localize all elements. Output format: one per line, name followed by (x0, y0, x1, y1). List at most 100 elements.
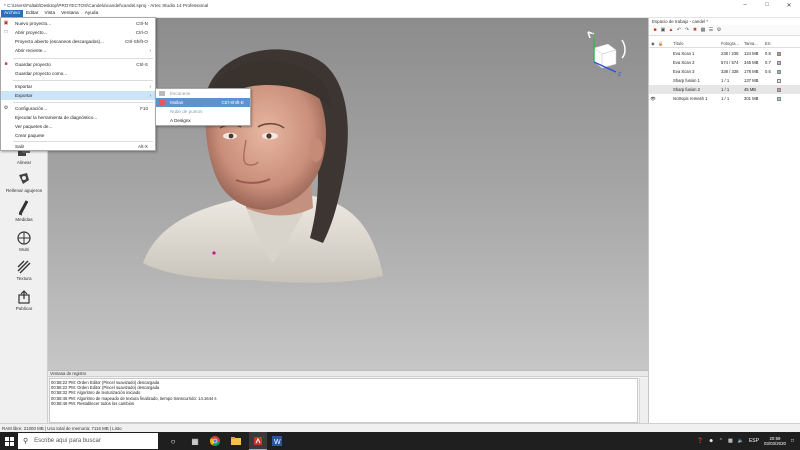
log-scrollbar[interactable] (639, 378, 648, 423)
volume-icon[interactable]: 🔈 (738, 438, 744, 444)
lock-toggle[interactable] (657, 49, 665, 58)
color-swatch[interactable] (777, 51, 781, 56)
tool-multi[interactable]: Multi (0, 230, 48, 252)
workspace-row[interactable]: Sharp fusion 2 1 / 1 45 MB (649, 85, 800, 94)
menu-item-view-packages[interactable]: Ver paquetes de... (1, 122, 155, 131)
col-err[interactable]: Err. (765, 40, 776, 47)
visibility-toggle[interactable] (649, 49, 657, 58)
col-frames[interactable]: Fotogra... (721, 40, 744, 47)
menu-item-label: Importar (15, 84, 33, 89)
menu-item-new-project[interactable]: ▣ Nuevo proyecto... Ctrl-N (1, 19, 155, 28)
row-size: 137 MB (744, 78, 759, 83)
lock-toggle[interactable] (657, 67, 665, 76)
row-size: 301 MB (744, 96, 759, 101)
chrome-icon[interactable] (206, 432, 224, 450)
visibility-toggle[interactable]: 👁 (649, 94, 657, 103)
menu-item-open-recent[interactable]: Abrir reciente... › (1, 46, 155, 55)
workspace-row[interactable]: Sharp fusion 1 1 / 1 137 MB (649, 76, 800, 85)
notifications-icon[interactable]: □ (791, 438, 794, 444)
lock-toggle[interactable] (657, 76, 665, 85)
people-icon[interactable]: ☻ (709, 438, 714, 444)
maximize-icon[interactable]: □ (756, 0, 778, 10)
workspace-row[interactable]: Eva Scan 3 338 / 338 178 MB 0.6 (649, 67, 800, 76)
windows-start-icon[interactable] (0, 432, 18, 450)
taskbar-grid-icon[interactable]: ▦ (186, 432, 204, 450)
svg-text:Z: Z (618, 72, 621, 78)
submenu-item-label: Nube de puntos (170, 109, 203, 114)
undo-icon[interactable]: ↶ (676, 27, 682, 33)
color-swatch[interactable] (777, 60, 781, 65)
col-title[interactable]: Título (665, 40, 721, 47)
word-icon[interactable]: W (268, 432, 286, 450)
workspace-panel: Espacio de trabajo - candel * ■ ▣ ▲ ↶ ↷ … (648, 18, 800, 423)
clock[interactable]: 20:59 03/03/2020 (764, 436, 786, 446)
visibility-toggle[interactable] (649, 76, 657, 85)
row-size: 345 MB (744, 60, 759, 65)
tool-measure[interactable]: Medidas (0, 200, 48, 222)
menu-item-open-project-unloaded[interactable]: Proyecto abierto (escaneos descargados).… (1, 37, 155, 46)
close-icon[interactable]: ✕ (778, 0, 800, 10)
taskbar-search[interactable]: ⚲ Escribe aquí para buscar (18, 433, 158, 449)
color-swatch[interactable] (777, 96, 781, 101)
tool-publish[interactable]: Publicar (0, 289, 48, 311)
workspace-row[interactable]: Eva Scan 1 238 / 238 124 MB 0.8 (649, 49, 800, 58)
menu-item-diagnostics[interactable]: Ejecutar la herramienta de diagnóstico..… (1, 113, 155, 122)
menu-item-export[interactable]: Exportar › (1, 91, 155, 100)
col-size[interactable]: Tama... (744, 40, 765, 47)
submenu-item-point-cloud[interactable]: Nube de puntos (156, 107, 250, 116)
menu-item-import[interactable]: Importar › (1, 82, 155, 91)
color-swatch[interactable] (777, 78, 781, 83)
network-icon[interactable]: ▩ (728, 438, 733, 444)
file-explorer-icon[interactable] (227, 432, 245, 450)
submenu-item-meshes[interactable]: Mallas Ctrl-Shift-E (156, 98, 250, 107)
row-frames: 1 / 1 (721, 96, 730, 101)
lock-toggle[interactable] (657, 58, 665, 67)
list-icon[interactable]: ☰ (708, 27, 714, 33)
menu-separator (13, 102, 153, 103)
lock-toggle[interactable] (657, 85, 665, 94)
tool-fill-holes[interactable]: Rellenar agujeros (0, 171, 48, 193)
log-output[interactable]: 00:58:22 PM: Orden Editor (Pincel suaviz… (49, 378, 638, 423)
open-folder-icon[interactable]: ▣ (660, 27, 666, 33)
menu-item-create-package[interactable]: Crear paquete (1, 131, 155, 140)
row-err: 0.7 (765, 60, 771, 65)
visibility-toggle[interactable] (649, 85, 657, 94)
new-scan-icon[interactable]: ■ (652, 27, 658, 33)
orientation-cube-icon[interactable]: Y Z (578, 26, 628, 86)
menu-item-save-as[interactable]: Guardar proyecto como... (1, 69, 155, 78)
color-swatch[interactable] (777, 87, 781, 92)
submenu-item-scans[interactable]: Escaneos (156, 89, 250, 98)
system-tray: ❓ ☻ ⌃ ▩ 🔈 ESP 20:59 03/03/2020 □ (697, 432, 800, 450)
artec-studio-taskbar-icon[interactable] (249, 432, 267, 450)
submenu-item-designx[interactable]: A Designx (156, 116, 250, 125)
menu-item-save-project[interactable]: ■ Guardar proyecto Ctrl-S (1, 60, 155, 69)
redo-icon[interactable]: ↷ (684, 27, 690, 33)
color-swatch[interactable] (777, 69, 781, 74)
menu-item-open-project[interactable]: □ Abrir proyecto... Ctrl-O (1, 28, 155, 37)
minimize-icon[interactable]: – (734, 0, 756, 10)
import-icon[interactable]: ▲ (668, 27, 674, 33)
gear-icon[interactable]: ⚙ (716, 27, 722, 33)
workspace-toolbar: ■ ▣ ▲ ↶ ↷ ✖ ▦ ☰ ⚙ (649, 25, 800, 36)
visibility-toggle[interactable] (649, 67, 657, 76)
language-indicator[interactable]: ESP (749, 438, 759, 444)
task-view-icon[interactable]: ○ (164, 432, 182, 450)
delete-icon[interactable]: ✖ (692, 27, 698, 33)
workspace-row[interactable]: 👁 Isotropic remesh 1 1 / 1 301 MB (649, 94, 800, 103)
help-icon[interactable]: ❓ (697, 438, 703, 444)
fill-holes-icon (16, 171, 32, 187)
submenu-item-label: Escaneos (170, 91, 191, 96)
menu-item-settings[interactable]: ⚙ Configuración... F10 (1, 104, 155, 113)
visibility-toggle[interactable] (649, 58, 657, 67)
menu-item-exit[interactable]: Salir Alt-X (1, 142, 155, 151)
tool-texture[interactable]: Textura (0, 259, 48, 281)
row-frames: 338 / 338 (721, 69, 739, 74)
lock-toggle[interactable] (657, 94, 665, 103)
chevron-up-icon[interactable]: ⌃ (719, 438, 723, 444)
export-submenu: Escaneos Mallas Ctrl-Shift-E Nube de pun… (155, 88, 251, 126)
row-name: Sharp fusion 1 (673, 78, 701, 83)
workspace-row[interactable]: Eva Scan 2 574 / 574 345 MB 0.7 (649, 58, 800, 67)
tool-label: Textura (16, 276, 32, 281)
grid-icon[interactable]: ▦ (700, 27, 706, 33)
tool-label: Publicar (15, 306, 33, 311)
